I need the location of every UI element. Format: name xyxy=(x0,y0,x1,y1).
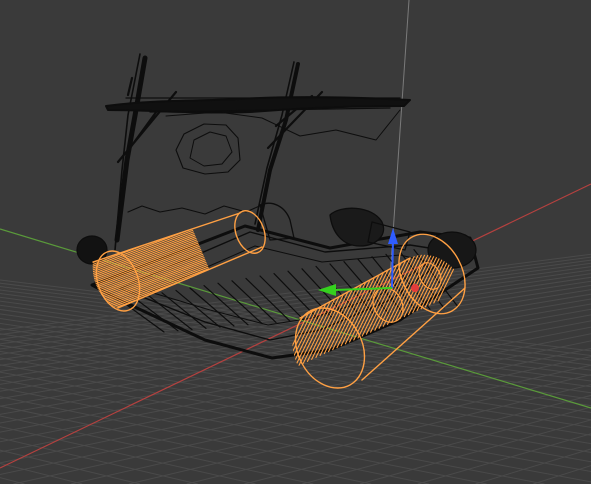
3d-viewport[interactable] xyxy=(0,0,591,484)
rear-left-roller xyxy=(76,235,108,265)
gizmo-origin[interactable] xyxy=(411,284,419,292)
gizmo-z-axis[interactable] xyxy=(391,239,394,289)
viewport-canvas[interactable] xyxy=(0,0,591,484)
